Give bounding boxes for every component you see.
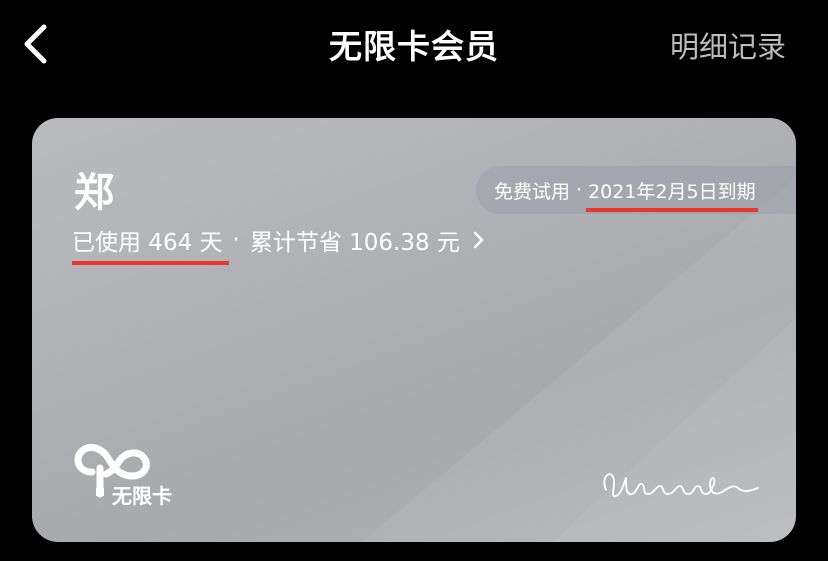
membership-page: 无限卡会员 明细记录 郑 已使用 464 天 · 累计节省 106.38 元 免…: [0, 0, 828, 561]
brand-name: 无限卡: [112, 484, 172, 508]
membership-card: 郑 已使用 464 天 · 累计节省 106.38 元 免费试用 · 2021年…: [32, 118, 796, 542]
expiry-underline: [586, 207, 758, 212]
card-holder-name: 郑: [74, 170, 114, 216]
trial-status-badge: 免费试用 · 2021年2月5日到期: [476, 166, 796, 214]
stats-separator: ·: [232, 227, 240, 253]
days-used: 已使用 464 天: [72, 223, 229, 265]
signature-icon: [603, 473, 759, 498]
total-savings: 累计节省 106.38 元: [249, 230, 460, 256]
trial-label: 免费试用: [494, 180, 571, 203]
trial-separator: ·: [576, 179, 583, 201]
days-used-underline: [72, 261, 229, 265]
expiry-date-text: 2021年2月5日到期: [588, 180, 756, 203]
expiry-date: 2021年2月5日到期: [586, 177, 758, 212]
days-used-text: 已使用 464 天: [72, 230, 223, 256]
records-link[interactable]: 明细记录: [670, 24, 786, 66]
chevron-right-icon: [473, 231, 484, 249]
usage-stats-link[interactable]: 已使用 464 天 · 累计节省 106.38 元: [72, 222, 486, 265]
